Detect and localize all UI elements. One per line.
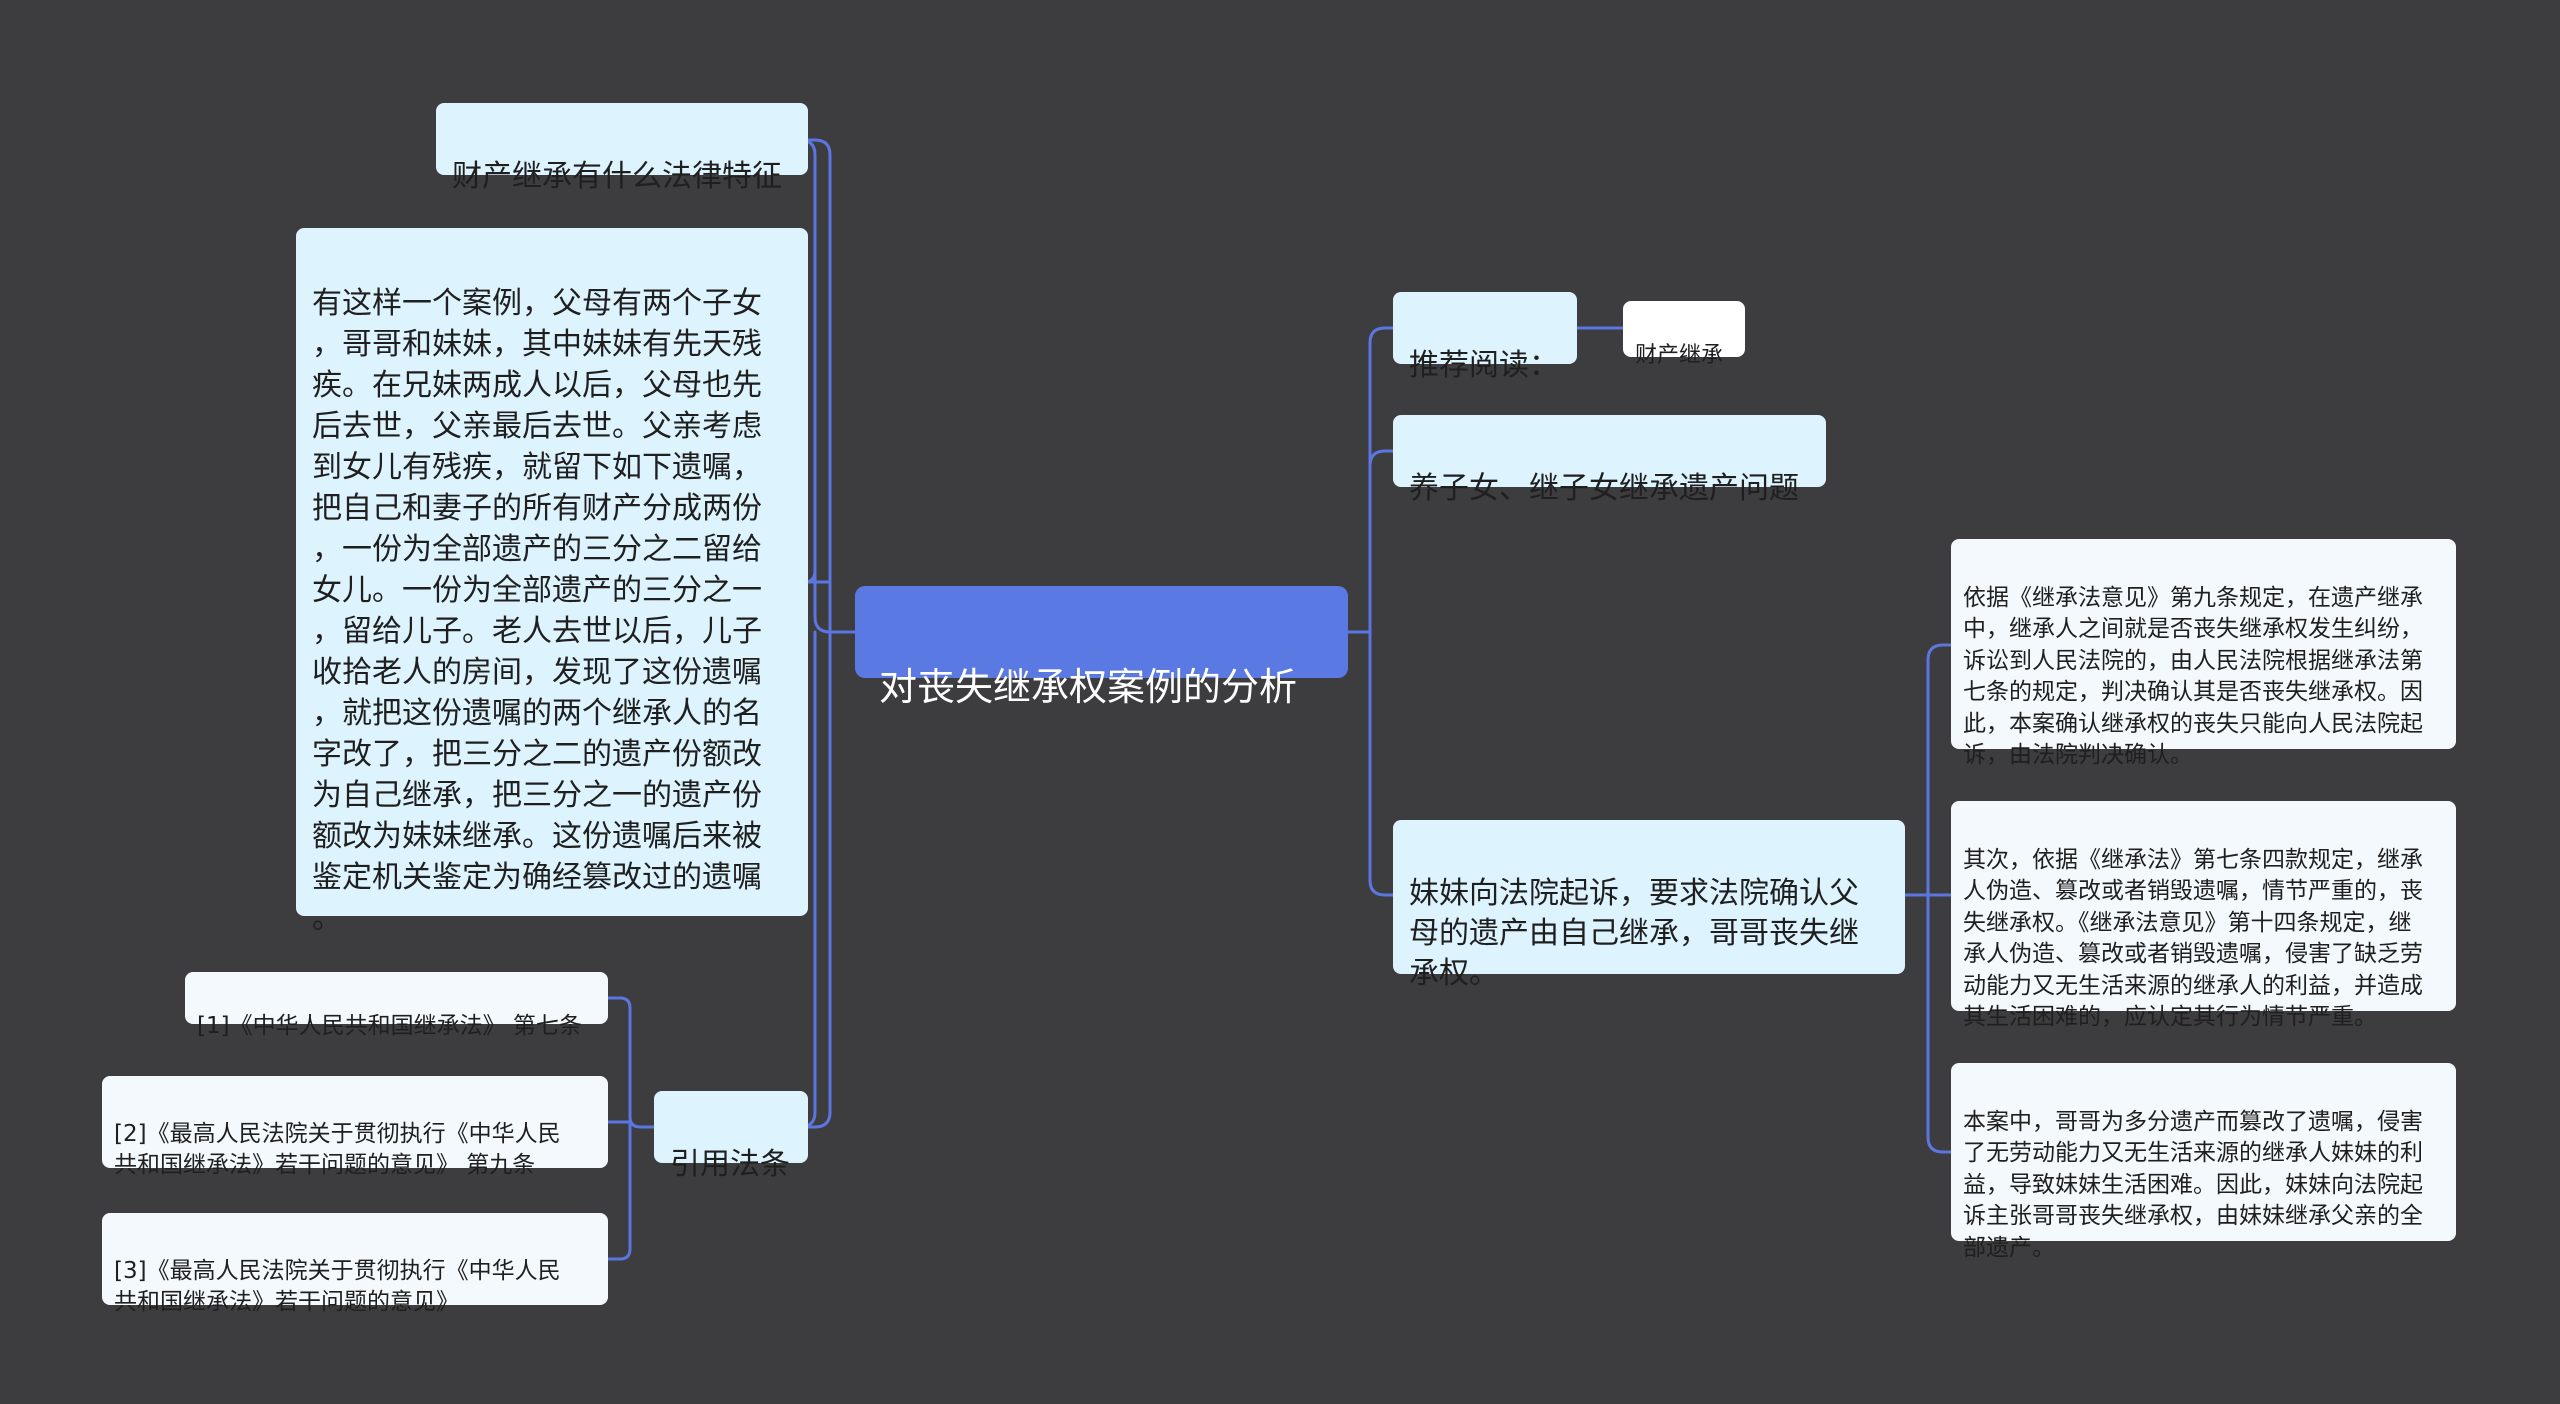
topic-recommend-reading[interactable]: 推荐阅读： [1393, 292, 1577, 383]
citation-item-1[interactable]: [1]《中华人民共和国继承法》 第七条 [185, 972, 608, 1039]
connector-analysis [1903, 643, 1953, 1154]
topic-label: 妹妹向法院起诉，要求法院确认父 母的遗产由自己继承，哥哥丧失继 承权。 [1409, 876, 1859, 991]
analysis-item-1[interactable]: 依据《继承法意见》第九条规定，在遗产继承 中，继承人之间就是否丧失继承权发生纠纷… [1951, 539, 2456, 768]
topic-label: 养子女、继子女继承遗产问题 [1409, 471, 1799, 506]
case-description-text: 有这样一个案例，父母有两个子女 ，哥哥和妹妹，其中妹妹有先天残 疾。在兄妹两成人… [312, 286, 762, 936]
citation-text: [2]《最高人民法院关于贯彻执行《中华人民 共和国继承法》若干问题的意见》 第九… [114, 1121, 561, 1178]
connector-center-right [1346, 326, 1395, 897]
citation-item-3[interactable]: [3]《最高人民法院关于贯彻执行《中华人民 共和国继承法》若干问题的意见》 [102, 1213, 608, 1315]
topic-label: 引用法条 [670, 1147, 790, 1182]
topic-property-inheritance-features[interactable]: 财产继承有什么法律特征 [436, 103, 808, 194]
central-topic-label: 对丧失继承权案例的分析 [879, 665, 1298, 709]
analysis-text: 本案中，哥哥为多分遗产而篡改了遗嘱，侵害 了无劳动能力又无生活来源的继承人妹妹的… [1963, 1108, 2423, 1261]
citation-item-2[interactable]: [2]《最高人民法院关于贯彻执行《中华人民 共和国继承法》若干问题的意见》 第九… [102, 1076, 608, 1178]
recommend-link-property-inheritance[interactable]: 财产继承 [1623, 301, 1745, 368]
topic-case-description[interactable]: 有这样一个案例，父母有两个子女 ，哥哥和妹妹，其中妹妹有先天残 疾。在兄妹两成人… [296, 228, 808, 936]
topic-label: 推荐阅读： [1409, 348, 1559, 383]
topic-adopted-stepchildren[interactable]: 养子女、继子女继承遗产问题 [1393, 415, 1826, 506]
analysis-text: 其次，依据《继承法》第七条四款规定，继承 人伪造、篡改或者销毁遗嘱，情节严重的，… [1963, 846, 2423, 1031]
analysis-text: 依据《继承法意见》第九条规定，在遗产继承 中，继承人之间就是否丧失继承权发生纠纷… [1963, 584, 2423, 769]
topic-label: 财产继承有什么法律特征 [452, 159, 782, 194]
link-label: 财产继承 [1635, 343, 1724, 368]
connector-citations [606, 996, 656, 1261]
analysis-item-2[interactable]: 其次，依据《继承法》第七条四款规定，继承 人伪造、篡改或者销毁遗嘱，情节严重的，… [1951, 801, 2456, 1030]
citation-text: [1]《中华人民共和国继承法》 第七条 [197, 1013, 582, 1039]
topic-citations[interactable]: 引用法条 [654, 1091, 808, 1182]
analysis-item-3[interactable]: 本案中，哥哥为多分遗产而篡改了遗嘱，侵害 了无劳动能力又无生活来源的继承人妹妹的… [1951, 1063, 2456, 1261]
central-topic[interactable]: 对丧失继承权案例的分析 [855, 586, 1348, 709]
topic-sister-lawsuit[interactable]: 妹妹向法院起诉，要求法院确认父 母的遗产由自己继承，哥哥丧失继 承权。 [1393, 820, 1905, 991]
